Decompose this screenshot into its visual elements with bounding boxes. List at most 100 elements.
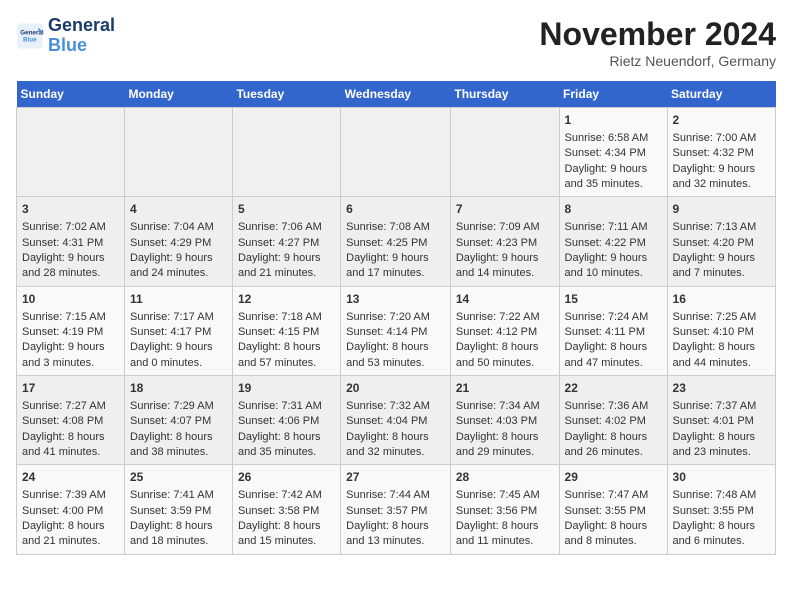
calendar-cell bbox=[124, 108, 232, 197]
day-info: Sunrise: 7:02 AM Sunset: 4:31 PM Dayligh… bbox=[22, 221, 106, 279]
weekday-header-tuesday: Tuesday bbox=[232, 81, 340, 108]
month-title: November 2024 bbox=[539, 16, 776, 53]
day-info: Sunrise: 7:31 AM Sunset: 4:06 PM Dayligh… bbox=[238, 400, 322, 458]
day-info: Sunrise: 7:18 AM Sunset: 4:15 PM Dayligh… bbox=[238, 311, 322, 369]
calendar-cell: 29 Sunrise: 7:47 AM Sunset: 3:55 PM Dayli… bbox=[559, 465, 667, 554]
weekday-header-thursday: Thursday bbox=[450, 81, 559, 108]
calendar-cell: 18 Sunrise: 7:29 AM Sunset: 4:07 PM Dayli… bbox=[124, 376, 232, 465]
calendar-cell: 6 Sunrise: 7:08 AM Sunset: 4:25 PM Daylig… bbox=[341, 197, 451, 286]
day-number: 19 bbox=[238, 380, 335, 397]
day-number: 18 bbox=[130, 380, 227, 397]
logo-text-blue: Blue bbox=[48, 36, 115, 56]
calendar-cell: 12 Sunrise: 7:18 AM Sunset: 4:15 PM Dayli… bbox=[232, 286, 340, 375]
week-row-3: 10Sunrise: 7:15 AM Sunset: 4:19 PM Dayli… bbox=[17, 286, 776, 375]
day-info: Sunrise: 7:42 AM Sunset: 3:58 PM Dayligh… bbox=[238, 489, 322, 547]
day-number: 6 bbox=[346, 201, 445, 218]
day-number: 30 bbox=[673, 469, 770, 486]
week-row-1: 1 Sunrise: 6:58 AM Sunset: 4:34 PM Daylig… bbox=[17, 108, 776, 197]
day-number: 22 bbox=[565, 380, 662, 397]
day-number: 9 bbox=[673, 201, 770, 218]
week-row-5: 24 Sunrise: 7:39 AM Sunset: 4:00 PM Dayli… bbox=[17, 465, 776, 554]
day-info: Sunrise: 7:48 AM Sunset: 3:55 PM Dayligh… bbox=[673, 489, 757, 547]
calendar-cell: 25 Sunrise: 7:41 AM Sunset: 3:59 PM Dayli… bbox=[124, 465, 232, 554]
day-number: 3 bbox=[22, 201, 119, 218]
day-info: Sunrise: 7:20 AM Sunset: 4:14 PM Dayligh… bbox=[346, 311, 430, 369]
day-number: 26 bbox=[238, 469, 335, 486]
day-number: 27 bbox=[346, 469, 445, 486]
day-info: Sunrise: 7:47 AM Sunset: 3:55 PM Dayligh… bbox=[565, 489, 649, 547]
calendar-cell: 24 Sunrise: 7:39 AM Sunset: 4:00 PM Dayli… bbox=[17, 465, 125, 554]
day-info: Sunrise: 7:45 AM Sunset: 3:56 PM Dayligh… bbox=[456, 489, 540, 547]
calendar-cell: 16 Sunrise: 7:25 AM Sunset: 4:10 PM Dayli… bbox=[667, 286, 775, 375]
weekday-header-friday: Friday bbox=[559, 81, 667, 108]
day-info: Sunrise: 7:00 AM Sunset: 4:32 PM Dayligh… bbox=[673, 132, 757, 190]
day-number: 29 bbox=[565, 469, 662, 486]
day-number: 16 bbox=[673, 291, 770, 308]
calendar-cell: 4Sunrise: 7:04 AM Sunset: 4:29 PM Daylig… bbox=[124, 197, 232, 286]
day-info: Sunrise: 7:41 AM Sunset: 3:59 PM Dayligh… bbox=[130, 489, 214, 547]
day-number: 12 bbox=[238, 291, 335, 308]
calendar-cell: 11 Sunrise: 7:17 AM Sunset: 4:17 PM Dayli… bbox=[124, 286, 232, 375]
day-info: Sunrise: 7:25 AM Sunset: 4:10 PM Dayligh… bbox=[673, 311, 757, 369]
day-number: 24 bbox=[22, 469, 119, 486]
calendar-cell: 9 Sunrise: 7:13 AM Sunset: 4:20 PM Daylig… bbox=[667, 197, 775, 286]
day-number: 20 bbox=[346, 380, 445, 397]
day-info: Sunrise: 7:13 AM Sunset: 4:20 PM Dayligh… bbox=[673, 221, 757, 279]
day-number: 13 bbox=[346, 291, 445, 308]
day-number: 21 bbox=[456, 380, 554, 397]
calendar-cell: 17 Sunrise: 7:27 AM Sunset: 4:08 PM Dayli… bbox=[17, 376, 125, 465]
logo-text-general: General bbox=[48, 16, 115, 36]
day-number: 17 bbox=[22, 380, 119, 397]
weekday-header-wednesday: Wednesday bbox=[341, 81, 451, 108]
day-info: Sunrise: 7:37 AM Sunset: 4:01 PM Dayligh… bbox=[673, 400, 757, 458]
calendar-cell bbox=[450, 108, 559, 197]
calendar-cell: 19 Sunrise: 7:31 AM Sunset: 4:06 PM Dayli… bbox=[232, 376, 340, 465]
calendar-cell: 21Sunrise: 7:34 AM Sunset: 4:03 PM Dayli… bbox=[450, 376, 559, 465]
day-number: 14 bbox=[456, 291, 554, 308]
day-info: Sunrise: 7:29 AM Sunset: 4:07 PM Dayligh… bbox=[130, 400, 214, 458]
calendar-cell: 8 Sunrise: 7:11 AM Sunset: 4:22 PM Daylig… bbox=[559, 197, 667, 286]
logo: General Blue General Blue bbox=[16, 16, 115, 56]
weekday-header-saturday: Saturday bbox=[667, 81, 775, 108]
day-info: Sunrise: 7:27 AM Sunset: 4:08 PM Dayligh… bbox=[22, 400, 106, 458]
day-info: Sunrise: 6:58 AM Sunset: 4:34 PM Dayligh… bbox=[565, 132, 649, 190]
calendar-cell: 3 Sunrise: 7:02 AM Sunset: 4:31 PM Daylig… bbox=[17, 197, 125, 286]
day-number: 25 bbox=[130, 469, 227, 486]
day-info: Sunrise: 7:24 AM Sunset: 4:11 PM Dayligh… bbox=[565, 311, 649, 369]
calendar-cell: 28 Sunrise: 7:45 AM Sunset: 3:56 PM Dayli… bbox=[450, 465, 559, 554]
header: General Blue General Blue November 2024 … bbox=[16, 16, 776, 69]
day-info: Sunrise: 7:39 AM Sunset: 4:00 PM Dayligh… bbox=[22, 489, 106, 547]
calendar-cell bbox=[232, 108, 340, 197]
calendar-cell: 14 Sunrise: 7:22 AM Sunset: 4:12 PM Dayli… bbox=[450, 286, 559, 375]
calendar-cell: 15 Sunrise: 7:24 AM Sunset: 4:11 PM Dayli… bbox=[559, 286, 667, 375]
day-info: Sunrise: 7:17 AM Sunset: 4:17 PM Dayligh… bbox=[130, 311, 214, 369]
calendar-cell: 5 Sunrise: 7:06 AM Sunset: 4:27 PM Daylig… bbox=[232, 197, 340, 286]
day-info: Sunrise: 7:32 AM Sunset: 4:04 PM Dayligh… bbox=[346, 400, 430, 458]
day-info: Sunrise: 7:22 AM Sunset: 4:12 PM Dayligh… bbox=[456, 311, 540, 369]
day-info: Sunrise: 7:04 AM Sunset: 4:29 PM Dayligh… bbox=[130, 221, 214, 279]
calendar-cell bbox=[17, 108, 125, 197]
calendar-cell: 1 Sunrise: 6:58 AM Sunset: 4:34 PM Daylig… bbox=[559, 108, 667, 197]
calendar-cell bbox=[341, 108, 451, 197]
calendar-cell: 26 Sunrise: 7:42 AM Sunset: 3:58 PM Dayli… bbox=[232, 465, 340, 554]
day-info: Sunrise: 7:09 AM Sunset: 4:23 PM Dayligh… bbox=[456, 221, 540, 279]
day-info: Sunrise: 7:11 AM Sunset: 4:22 PM Dayligh… bbox=[565, 221, 648, 279]
title-area: November 2024 Rietz Neuendorf, Germany bbox=[539, 16, 776, 69]
day-number: 5 bbox=[238, 201, 335, 218]
day-info: Sunrise: 7:08 AM Sunset: 4:25 PM Dayligh… bbox=[346, 221, 430, 279]
day-number: 10 bbox=[22, 291, 119, 308]
day-number: 15 bbox=[565, 291, 662, 308]
calendar-cell: 7Sunrise: 7:09 AM Sunset: 4:23 PM Daylig… bbox=[450, 197, 559, 286]
weekday-header-monday: Monday bbox=[124, 81, 232, 108]
day-number: 8 bbox=[565, 201, 662, 218]
calendar-cell: 23 Sunrise: 7:37 AM Sunset: 4:01 PM Dayli… bbox=[667, 376, 775, 465]
day-info: Sunrise: 7:44 AM Sunset: 3:57 PM Dayligh… bbox=[346, 489, 430, 547]
day-number: 23 bbox=[673, 380, 770, 397]
calendar-cell: 10Sunrise: 7:15 AM Sunset: 4:19 PM Dayli… bbox=[17, 286, 125, 375]
weekday-header-sunday: Sunday bbox=[17, 81, 125, 108]
day-number: 11 bbox=[130, 291, 227, 308]
day-info: Sunrise: 7:06 AM Sunset: 4:27 PM Dayligh… bbox=[238, 221, 322, 279]
day-number: 1 bbox=[565, 112, 662, 129]
calendar-table: SundayMondayTuesdayWednesdayThursdayFrid… bbox=[16, 81, 776, 555]
day-number: 28 bbox=[456, 469, 554, 486]
